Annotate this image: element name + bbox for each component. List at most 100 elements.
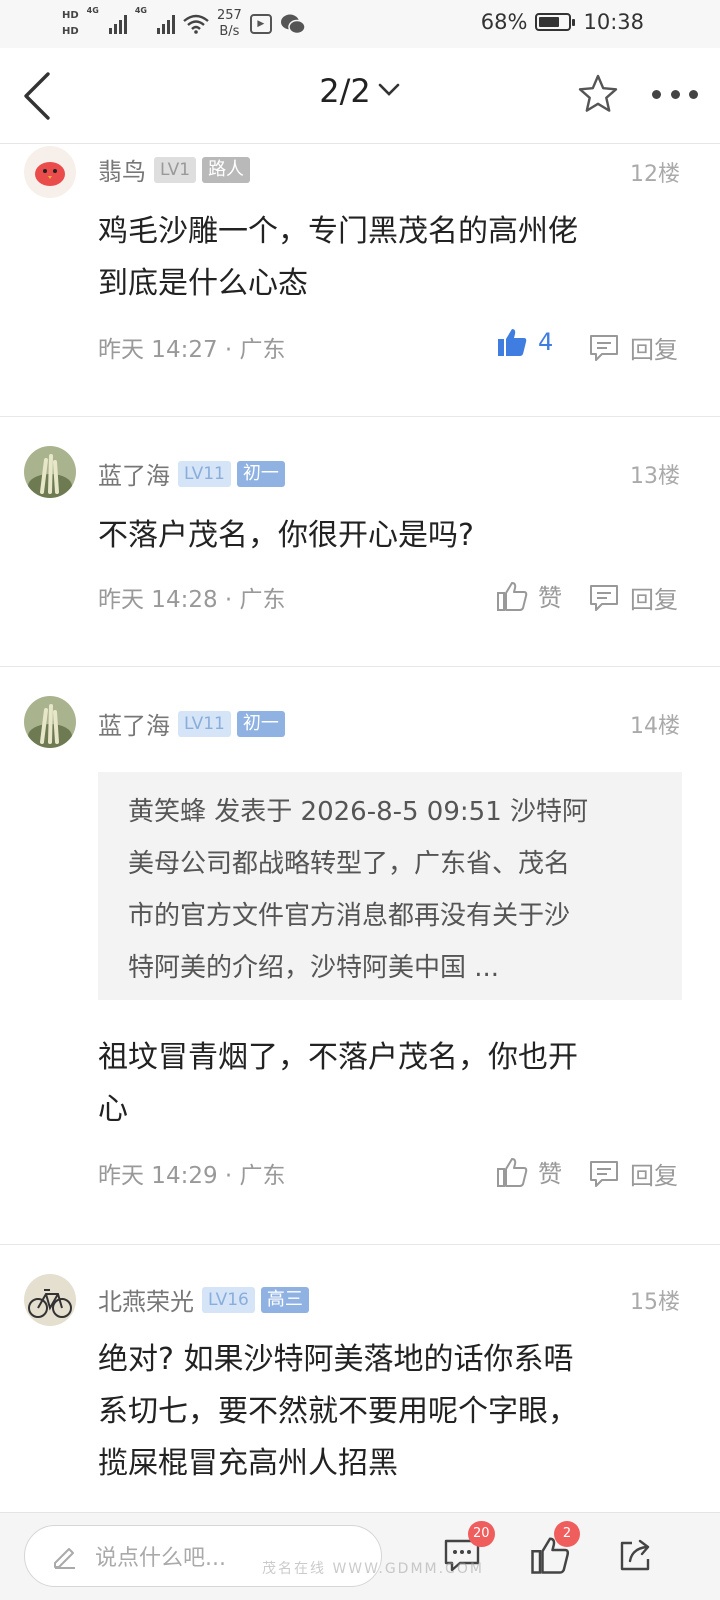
content-line: 系切七，要不然就不要用呢个字眼， bbox=[98, 1394, 578, 1429]
reply-button[interactable]: 回复 bbox=[588, 330, 678, 365]
quote-line: 黄笑蜂 发表于 2026-8-5 09:51 沙特阿 bbox=[128, 797, 589, 827]
reply-label: 回复 bbox=[630, 586, 678, 614]
author-row: 北燕荣光 LV16 高三 bbox=[98, 1282, 309, 1317]
quote-line: 特阿美的介绍，沙特阿美中国 ... bbox=[128, 953, 500, 983]
title-badge: 路人 bbox=[202, 156, 251, 183]
hd-indicator: HD HD bbox=[62, 8, 79, 40]
author-row: 翡鸟 LV1 路人 bbox=[98, 152, 251, 187]
thumbs-up-icon bbox=[497, 581, 528, 611]
thumbs-up-filled-icon bbox=[498, 329, 527, 356]
like-label: 赞 bbox=[538, 584, 562, 612]
quote-line: 市的官方文件官方消息都再没有关于沙 bbox=[128, 901, 571, 931]
chevron-down-icon bbox=[378, 83, 400, 96]
reply-label: 回复 bbox=[630, 336, 678, 364]
content-line: 到底是什么心态 bbox=[98, 266, 308, 301]
reply-button[interactable]: 回复 bbox=[588, 580, 678, 615]
favorite-star-icon[interactable] bbox=[576, 72, 620, 116]
post-divider bbox=[0, 416, 720, 417]
title-badge: 初一 bbox=[236, 460, 285, 487]
level-badge: LV11 bbox=[178, 710, 231, 737]
content-line: 心 bbox=[98, 1092, 128, 1127]
like-label: 赞 bbox=[538, 1160, 562, 1188]
post-content: 绝对? 如果沙特阿美落地的话你系唔 系切七，要不然就不要用呢个字眼， 揽屎棍冒充… bbox=[98, 1334, 658, 1490]
avatar[interactable] bbox=[24, 146, 76, 198]
speed-value: 257 bbox=[216, 8, 242, 23]
comment-bubble-icon bbox=[590, 584, 618, 611]
like-count-badge: 2 bbox=[554, 1521, 580, 1547]
hd-label-1: HD bbox=[62, 10, 79, 21]
title-badge: 初一 bbox=[236, 710, 285, 737]
level-badge: LV1 bbox=[154, 156, 197, 183]
network-type-1: 4G bbox=[86, 6, 99, 15]
username[interactable]: 蓝了海 bbox=[98, 706, 170, 741]
like-thread-button[interactable]: 2 bbox=[530, 1521, 580, 1579]
post-content: 鸡毛沙雕一个，专门黑茂名的高州佬 到底是什么心态 bbox=[98, 206, 658, 310]
author-row: 蓝了海 LV11 初一 bbox=[98, 706, 285, 741]
level-badge: LV11 bbox=[178, 460, 231, 487]
battery-icon bbox=[535, 13, 576, 31]
post-floor-14: 蓝了海 LV11 初一 14楼 黄笑蜂 发表于 2026-8-5 09:51 沙… bbox=[0, 696, 720, 1244]
speed-unit: B/s bbox=[219, 24, 240, 39]
level-badge: LV16 bbox=[202, 1286, 255, 1313]
floor-number: 15楼 bbox=[630, 1290, 680, 1315]
network-speed: 257 B/s bbox=[217, 8, 242, 40]
post-content: 不落户茂名，你很开心是吗? bbox=[98, 510, 658, 562]
comment-count-badge: 20 bbox=[468, 1521, 495, 1547]
reply-button[interactable]: 回复 bbox=[588, 1156, 678, 1191]
avatar[interactable] bbox=[24, 696, 76, 748]
content-line: 不落户茂名，你很开心是吗? bbox=[98, 518, 474, 553]
post-divider bbox=[0, 666, 720, 667]
pencil-icon bbox=[54, 1548, 75, 1569]
thumbs-up-icon bbox=[497, 1157, 528, 1187]
like-button[interactable]: 赞 bbox=[496, 578, 562, 613]
bottom-action-bar: 说点什么吧... 20 2 bbox=[0, 1512, 720, 1600]
post-divider bbox=[0, 1244, 720, 1245]
post-content: 祖坟冒青烟了，不落户茂名，你也开 心 bbox=[98, 1032, 658, 1136]
comment-bubble-icon bbox=[590, 1160, 618, 1187]
quoted-post[interactable]: 黄笑蜂 发表于 2026-8-5 09:51 沙特阿 美母公司都战略转型了，广东… bbox=[98, 772, 682, 1000]
reply-label: 回复 bbox=[630, 1162, 678, 1190]
page-indicator: 2/2 bbox=[319, 72, 371, 110]
share-button[interactable] bbox=[616, 1535, 660, 1579]
content-line: 鸡毛沙雕一个，专门黑茂名的高州佬 bbox=[98, 214, 578, 249]
bicycle-avatar-icon bbox=[24, 1274, 76, 1326]
post-floor-15: 北燕荣光 LV16 高三 15楼 绝对? 如果沙特阿美落地的话你系唔 系切七，要… bbox=[0, 1274, 720, 1512]
avatar[interactable] bbox=[24, 1274, 76, 1326]
share-icon bbox=[620, 1539, 650, 1571]
battery-level bbox=[539, 17, 559, 27]
username[interactable]: 蓝了海 bbox=[98, 456, 170, 491]
username[interactable]: 翡鸟 bbox=[98, 152, 146, 187]
floor-number: 12楼 bbox=[630, 162, 680, 187]
content-line: 绝对? 如果沙特阿美落地的话你系唔 bbox=[98, 1342, 574, 1377]
wechat-icon bbox=[280, 14, 306, 35]
floor-number: 14楼 bbox=[630, 714, 680, 739]
status-bar: HD HD 4G 4G 257 B/s ▶ 68% 10:38 bbox=[0, 0, 720, 48]
post-time-location: 昨天 14:28 · 广东 bbox=[98, 587, 286, 613]
title-badge: 高三 bbox=[260, 1286, 309, 1313]
post-floor-13: 蓝了海 LV11 初一 13楼 不落户茂名，你很开心是吗? 昨天 14:28 ·… bbox=[0, 446, 720, 666]
video-app-icon: ▶ bbox=[249, 14, 272, 34]
avatar[interactable] bbox=[24, 446, 76, 498]
clock: 10:38 bbox=[583, 10, 644, 34]
top-nav-bar: 2/2 bbox=[0, 48, 720, 144]
grass-avatar-icon bbox=[24, 446, 76, 498]
like-button[interactable]: 4 bbox=[496, 326, 553, 358]
status-right: 68% 10:38 bbox=[481, 10, 644, 34]
floor-number: 13楼 bbox=[630, 464, 680, 489]
signal-icon-2 bbox=[156, 14, 175, 34]
signal-icon bbox=[108, 14, 127, 34]
post-time-location: 昨天 14:29 · 广东 bbox=[98, 1163, 286, 1189]
hd-label-2: HD bbox=[62, 26, 79, 37]
bird-avatar-icon bbox=[24, 146, 76, 198]
wifi-icon bbox=[183, 14, 209, 34]
like-button[interactable]: 赞 bbox=[496, 1154, 562, 1189]
username[interactable]: 北燕荣光 bbox=[98, 1282, 194, 1317]
content-line: 祖坟冒青烟了，不落户茂名，你也开 bbox=[98, 1040, 578, 1075]
battery-percent: 68% bbox=[480, 10, 528, 34]
more-options-icon[interactable] bbox=[652, 90, 698, 100]
comment-placeholder: 说点什么吧... bbox=[95, 1546, 226, 1571]
comment-bubble-icon bbox=[590, 334, 618, 361]
content-line: 揽屎棍冒充高州人招黑 bbox=[98, 1446, 398, 1481]
post-floor-12: 翡鸟 LV1 路人 12楼 鸡毛沙雕一个，专门黑茂名的高州佬 到底是什么心态 昨… bbox=[0, 146, 720, 416]
like-count: 4 bbox=[538, 328, 554, 356]
